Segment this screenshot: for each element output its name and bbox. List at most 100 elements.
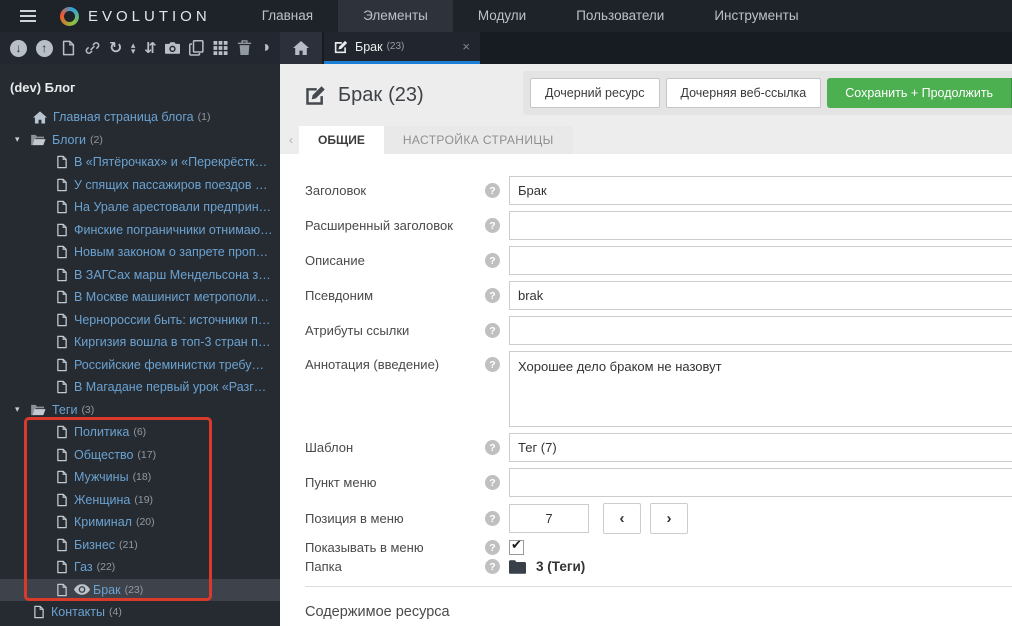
new-weblink-icon[interactable] [85,40,100,56]
tree-item[interactable]: Блоги (2) [0,129,280,152]
menuindex-prev-button[interactable] [603,503,641,534]
tree-item-label[interactable]: Криминал [74,515,132,529]
tree-item[interactable]: Чернороссии быть: источники п… [0,309,280,332]
tree-item[interactable]: У спящих пассажиров поездов … [0,174,280,197]
introtext-textarea[interactable]: Хорошее дело браком не назовут [509,351,1012,427]
trash-icon[interactable] [237,40,252,56]
tree-item-label[interactable]: В Магадане первый урок «Разг… [74,380,266,394]
tree-item[interactable]: Женщина (19) [0,489,280,512]
longtitle-input[interactable] [509,211,1012,240]
tree-item-label[interactable]: Чернороссии быть: источники п… [74,313,270,327]
alias-input[interactable] [509,281,1012,310]
tree-item-label[interactable]: Газ [74,560,93,574]
resource-tab[interactable]: Брак (23) [324,32,480,64]
tree-item-label[interactable]: Главная страница блога [53,110,194,124]
help-icon[interactable] [485,183,500,198]
tree-item-label[interactable]: Мужчины [74,470,129,484]
chevron-down-icon[interactable] [15,134,30,145]
camera-icon[interactable] [165,41,180,55]
tree-item[interactable]: Новым законом о запрете проп… [0,241,280,264]
tree-item-label[interactable]: Новым законом о запрете проп… [74,245,268,259]
tree-item-label[interactable]: Блоги [52,133,86,147]
tree-item-label[interactable]: В Москве машинист метрополи… [74,290,269,304]
tree-item-label[interactable]: У спящих пассажиров поездов … [74,178,267,192]
tree-item[interactable]: Криминал (20) [0,511,280,534]
tree-item[interactable]: Главная страница блога (1) [0,106,280,129]
menu-item[interactable]: Инструменты [689,0,823,32]
hamburger-menu-icon[interactable] [20,10,36,12]
collapse-tree-icon[interactable] [10,39,27,57]
tree-item[interactable]: Киргизия вошла в топ-3 стран п… [0,331,280,354]
field-label: Заголовок [305,183,367,198]
sort-menuindex-icon[interactable] [144,39,157,58]
tree-item-label[interactable]: В ЗАГСах марш Мендельсона з… [74,268,271,282]
close-tab-icon[interactable] [462,39,470,54]
menuindex-next-button[interactable] [650,503,688,534]
tree-item[interactable]: В Москве машинист метрополи… [0,286,280,309]
menuindex-input[interactable] [509,504,589,533]
tree-item-label[interactable]: Финские пограничники отнимаю… [74,223,273,237]
tree-item[interactable]: Мужчины (18) [0,466,280,489]
description-input[interactable] [509,246,1012,275]
menu-item[interactable]: Элементы [338,0,453,32]
show-in-menu-checkbox[interactable] [509,537,524,555]
sort-tree-icon[interactable] [131,42,136,54]
logo[interactable]: EVOLUTION [60,6,211,26]
child-resource-button[interactable]: Дочерний ресурс [530,78,660,108]
tree-item[interactable]: Политика (6) [0,421,280,444]
tree-item-label[interactable]: В «Пятёрочках» и «Перекрёстк… [74,155,267,169]
tree-item[interactable]: В ЗАГСах марш Мендельсона з… [0,264,280,287]
tab-page-settings[interactable]: НАСТРОЙКА СТРАНИЦЫ [383,126,573,154]
tree-item-label[interactable]: Политика [74,425,129,439]
new-document-icon[interactable] [61,40,76,56]
help-icon[interactable] [485,440,500,455]
template-select[interactable] [509,433,1012,462]
tree-item[interactable]: Российские феминистки требу… [0,354,280,377]
tree-item-label[interactable]: На Урале арестовали предприн… [74,200,271,214]
tree-item-label[interactable]: Теги [52,403,77,417]
tab-scroll-left-icon[interactable] [283,126,299,154]
help-icon[interactable] [485,511,500,526]
tree-item-label[interactable]: Киргизия вошла в топ-3 стран п… [74,335,270,349]
tree-item-label[interactable]: Контакты [51,605,105,619]
menutitle-input[interactable] [509,468,1012,497]
tree-item[interactable]: Бизнес (21) [0,534,280,557]
tree-item-label[interactable]: Российские феминистки требу… [74,358,264,372]
help-icon[interactable] [485,288,500,303]
copy-icon[interactable] [189,40,204,56]
menu-item[interactable]: Главная [237,0,338,32]
tree-item[interactable]: Теги (3) [0,399,280,422]
save-continue-button[interactable]: Сохранить + Продолжить [827,78,1012,108]
title-input[interactable] [509,176,1012,205]
help-icon[interactable] [485,253,500,268]
help-icon[interactable] [485,475,500,490]
help-icon[interactable] [485,323,500,338]
home-tab-button[interactable] [280,32,322,64]
refresh-tree-icon[interactable] [109,38,122,58]
chevron-down-icon[interactable] [15,404,30,415]
menu-item[interactable]: Модули [453,0,551,32]
help-icon[interactable] [485,357,500,372]
tree-item-label[interactable]: Женщина [74,493,130,507]
tree-item-label[interactable]: Общество [74,448,133,462]
tree-item[interactable]: В Магадане первый урок «Разг… [0,376,280,399]
expand-tree-icon[interactable] [35,39,53,57]
tree-item[interactable]: Финские пограничники отнимаю… [0,219,280,242]
child-weblink-button[interactable]: Дочерняя веб-ссылка [665,78,822,108]
tree-item[interactable]: Брак (23) [0,578,280,601]
tree-item[interactable]: В «Пятёрочках» и «Перекрёстк… [0,151,280,174]
contrast-theme-icon[interactable] [260,39,270,57]
tree-item-label[interactable]: Брак [93,583,121,597]
help-icon[interactable] [485,218,500,233]
menu-item[interactable]: Пользователи [551,0,689,32]
grid-icon[interactable] [213,41,228,55]
help-icon[interactable] [485,540,500,555]
link-attributes-input[interactable] [509,316,1012,345]
tree-item[interactable]: Общество (17) [0,444,280,467]
tree-item[interactable]: Газ (22) [0,556,280,579]
help-icon[interactable] [485,559,500,574]
tab-general[interactable]: ОБЩИЕ [299,126,384,154]
tree-item[interactable]: На Урале арестовали предприн… [0,196,280,219]
tree-item-label[interactable]: Бизнес [74,538,115,552]
tree-item[interactable]: Контакты (4) [0,601,280,624]
